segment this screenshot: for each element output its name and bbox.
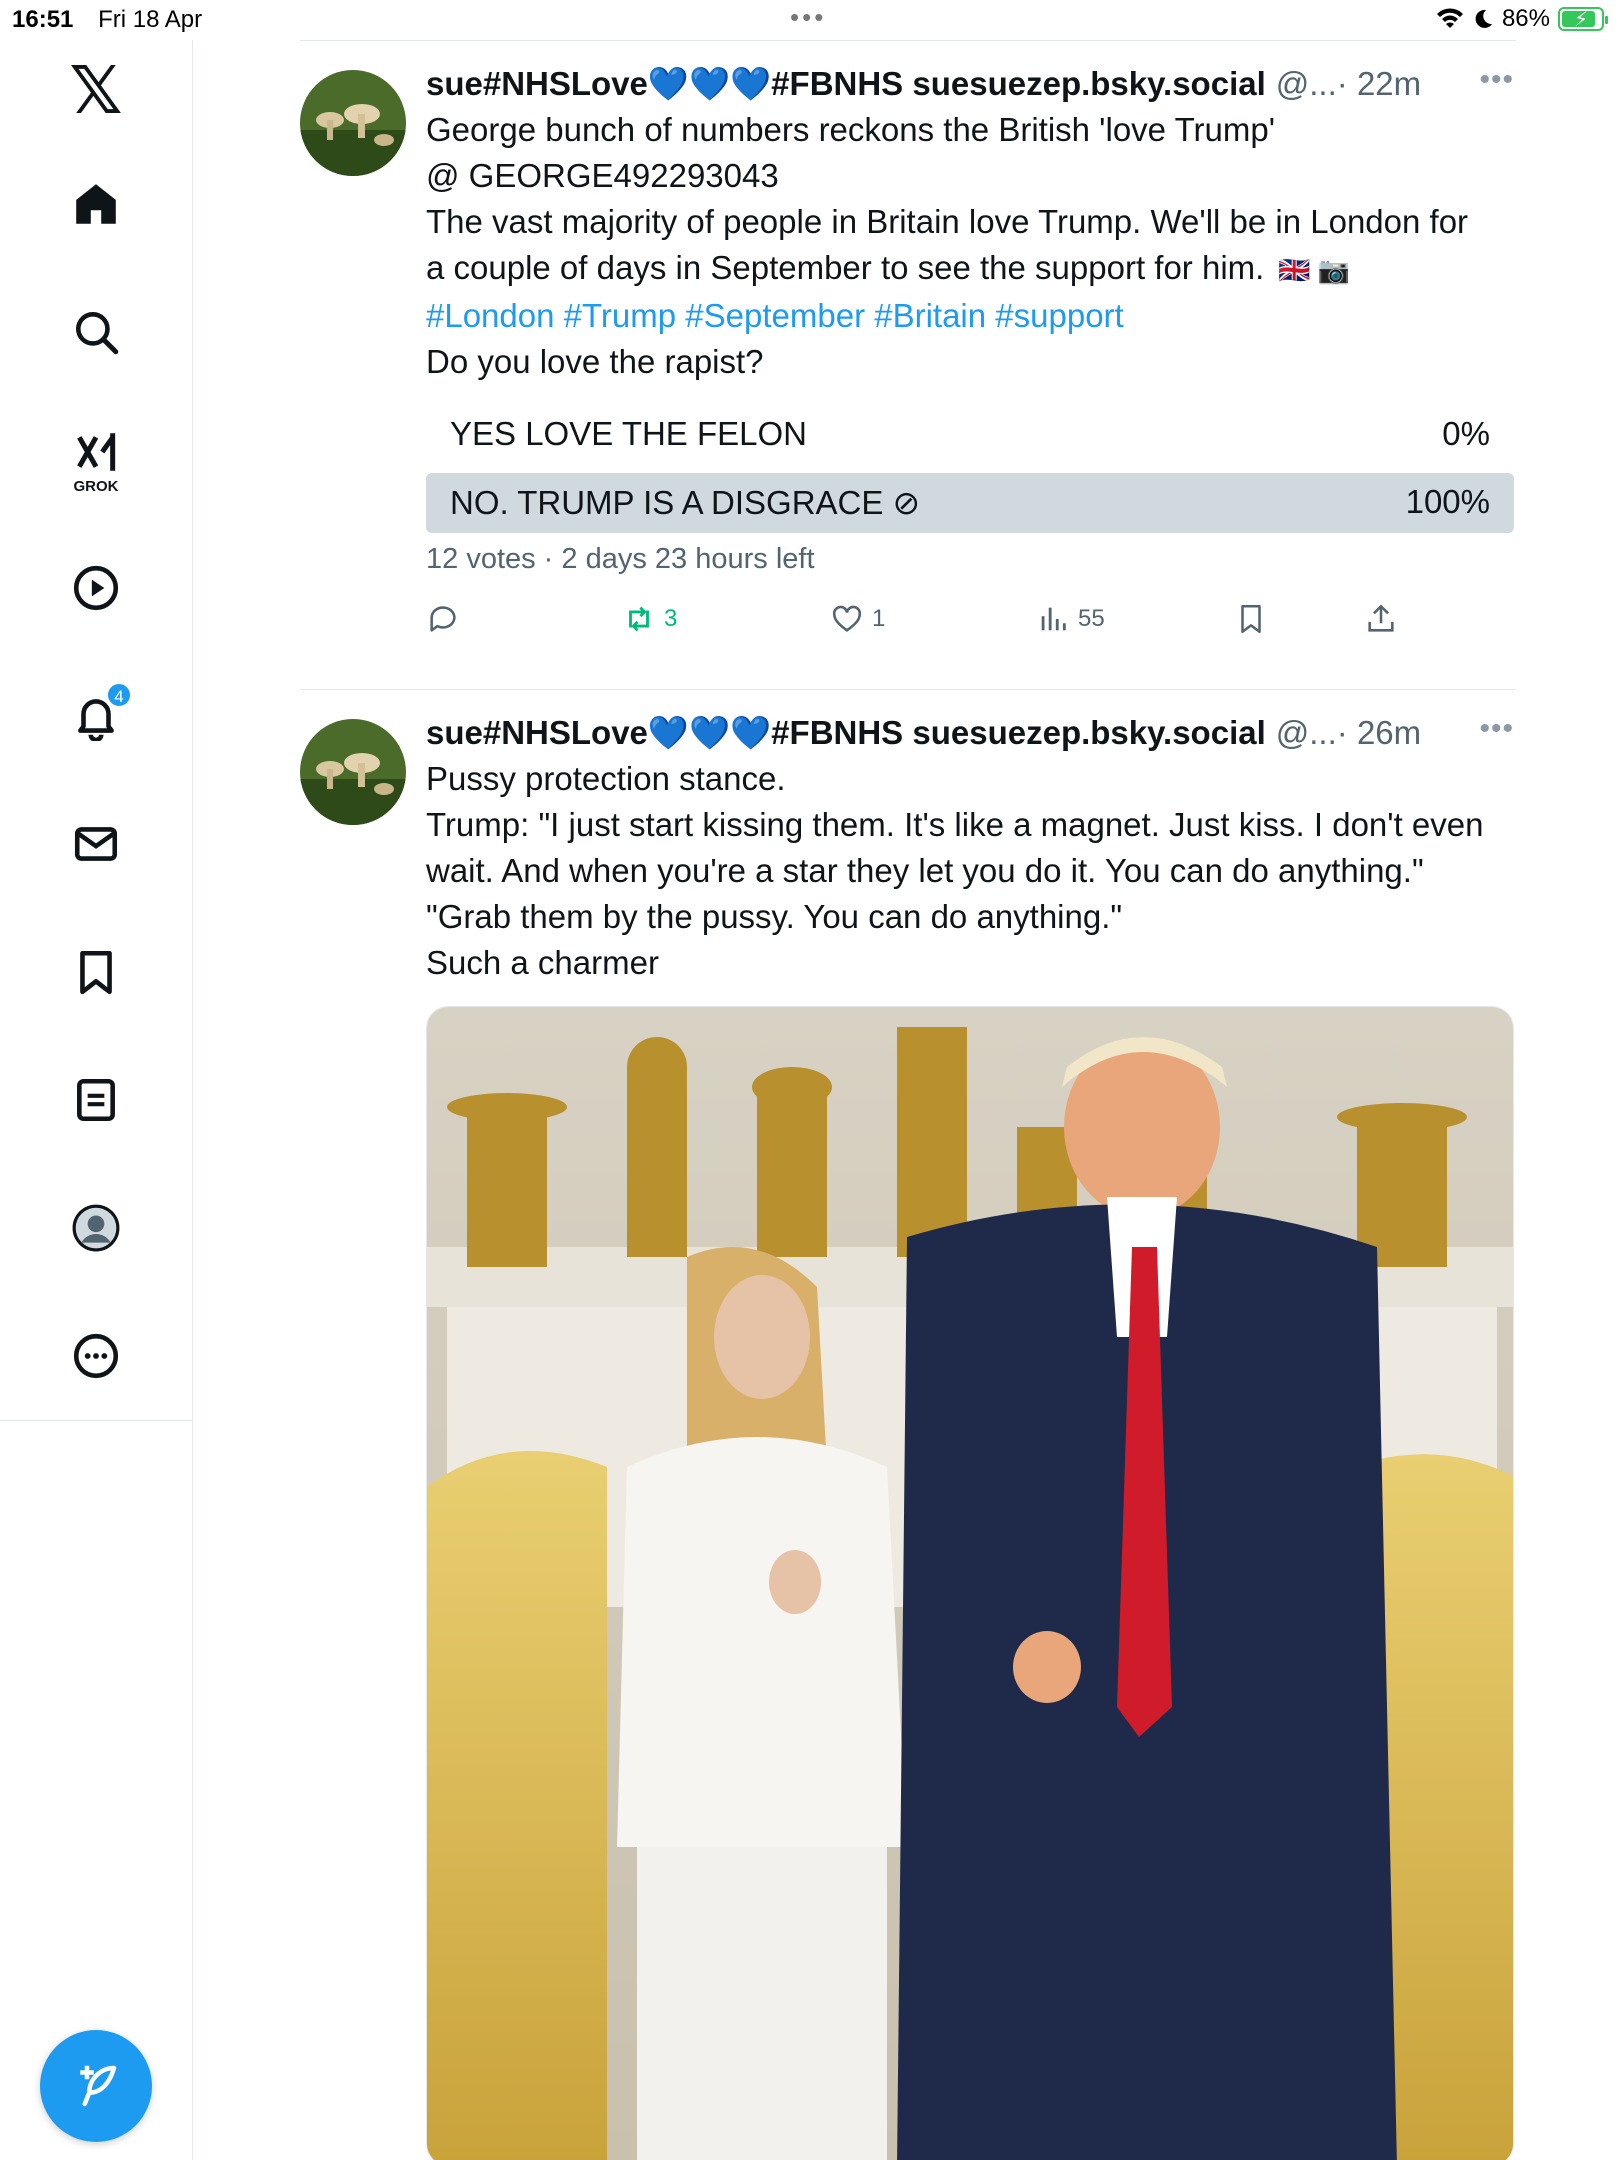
list-icon: [77, 1078, 115, 1122]
share-icon: [1368, 604, 1394, 632]
hashtags[interactable]: #London #Trump #September #Britain #supp…: [426, 293, 1514, 339]
sidebar-item-grok[interactable]: GROK: [56, 420, 136, 500]
author-name[interactable]: sue#NHSLove💙💙💙#FBNHS suesuezep.bsky.soci…: [426, 714, 1266, 753]
search-icon: [76, 312, 119, 355]
tweet-line: "Grab them by the pussy. You can do anyt…: [426, 898, 1123, 935]
tweet-line: Pussy protection stance.: [426, 760, 786, 797]
tweet-line: a couple of days in September to see the…: [426, 249, 1351, 286]
sidebar-item-bookmarks[interactable]: [56, 932, 136, 1012]
x-logo-icon: 𝕏: [69, 51, 123, 129]
poll-option-label: YES LOVE THE FELON: [450, 415, 808, 452]
heart-icon: [832, 605, 862, 632]
tweet[interactable]: sue#NHSLove💙💙💙#FBNHS suesuezep.bsky.soci…: [300, 690, 1516, 2160]
more-options-icon[interactable]: •••: [1479, 712, 1514, 746]
poll-option[interactable]: YES LOVE THE FELON 0%: [426, 405, 1514, 465]
tweet[interactable]: sue#NHSLove💙💙💙#FBNHS suesuezep.bsky.soci…: [300, 41, 1516, 689]
bookmark-icon: [1241, 604, 1261, 634]
tweet-line: Trump: "I just start kissing them. It's …: [426, 806, 1484, 843]
avatar-image: [300, 70, 406, 176]
poll: YES LOVE THE FELON 0% NO. TRUMP IS A DIS…: [426, 405, 1514, 576]
play-icon: [73, 565, 119, 611]
tweet-line: George bunch of numbers reckons the Brit…: [426, 111, 1276, 148]
sidebar-item-messages[interactable]: [56, 804, 136, 884]
status-date: Fri 18 Apr: [98, 6, 203, 33]
flag-emojis: 🇬🇧 📷: [1278, 255, 1351, 285]
charging-bolt-icon: ⚡: [1574, 9, 1589, 31]
retweet-button[interactable]: 3: [622, 602, 677, 636]
author-handle[interactable]: @...: [1276, 714, 1337, 752]
wifi-icon: [1436, 8, 1463, 28]
sidebar-item-video[interactable]: [56, 548, 136, 628]
tweet-photo[interactable]: [426, 1006, 1514, 2160]
sidebar-item-explore[interactable]: [56, 292, 136, 372]
poll-meta: 12 votes · 2 days 23 hours left: [426, 543, 815, 575]
battery-percent: 86%: [1501, 5, 1550, 32]
poll-option-percent: 100%: [1405, 483, 1490, 520]
avatar-icon: [72, 1204, 120, 1252]
battery-icon: ⚡: [1558, 7, 1608, 31]
tweet-text: George bunch of numbers reckons the Brit…: [426, 107, 1514, 385]
reply-button[interactable]: [426, 602, 468, 636]
status-time: 16:51: [12, 6, 74, 33]
like-button[interactable]: 1: [830, 602, 885, 636]
tweet-actions: 3 1 55: [426, 602, 1514, 662]
poll-option-label: NO. TRUMP IS A DISGRACE ⊘: [450, 484, 921, 521]
tweet-line: wait. And when you're a star they let yo…: [426, 852, 1424, 889]
poll-option[interactable]: NO. TRUMP IS A DISGRACE ⊘ 100%: [426, 473, 1514, 533]
retweet-count: 3: [664, 605, 678, 632]
bookmark-button[interactable]: [1234, 602, 1268, 636]
sidebar-item-profile[interactable]: [56, 1188, 136, 1268]
grok-label: GROK: [73, 478, 119, 495]
share-button[interactable]: [1364, 602, 1398, 636]
sidebar: 𝕏 GROK 4: [0, 40, 193, 2160]
grok-icon: [77, 433, 116, 471]
more-circle-icon: [73, 1333, 119, 1379]
sidebar-divider: [0, 1420, 193, 1421]
tweet-line: @ GEORGE492293043: [426, 157, 779, 194]
retweet-icon: [629, 606, 649, 632]
multitask-dots[interactable]: •••: [790, 2, 826, 33]
author-name[interactable]: sue#NHSLove💙💙💙#FBNHS suesuezep.bsky.soci…: [426, 65, 1266, 104]
bookmark-icon: [80, 950, 112, 995]
poll-option-percent: 0%: [1442, 415, 1490, 452]
avatar[interactable]: [300, 70, 406, 176]
author-handle[interactable]: @...: [1276, 65, 1337, 103]
x-logo[interactable]: 𝕏: [56, 50, 136, 130]
tweet-line: Such a charmer: [426, 944, 659, 981]
tweet-time[interactable]: · 22m: [1337, 65, 1421, 103]
photo-image: [427, 1007, 1513, 2160]
tweet-line: The vast majority of people in Britain l…: [426, 203, 1469, 240]
home-icon: [76, 184, 116, 224]
like-count: 1: [872, 605, 886, 632]
status-bar: 16:51 Fri 18 Apr ••• 86% ⚡: [0, 0, 1620, 40]
view-count: 55: [1078, 605, 1105, 632]
sidebar-item-home[interactable]: [56, 164, 136, 244]
moon-icon: [1475, 9, 1492, 28]
tweet-time[interactable]: · 26m: [1337, 714, 1421, 752]
sidebar-item-notifications[interactable]: 4: [56, 676, 136, 756]
notification-badge: 4: [106, 682, 132, 708]
more-options-icon[interactable]: •••: [1479, 63, 1514, 97]
tweet-text: Pussy protection stance. Trump: "I just …: [426, 756, 1514, 986]
compose-icon: [80, 2065, 117, 2107]
sidebar-item-more[interactable]: [56, 1316, 136, 1396]
views-button[interactable]: 55: [1036, 602, 1105, 636]
compose-button[interactable]: [40, 2030, 152, 2142]
reply-icon: [430, 606, 456, 632]
mail-icon: [74, 827, 118, 861]
timeline: sue#NHSLove💙💙💙#FBNHS suesuezep.bsky.soci…: [300, 40, 1516, 2160]
sidebar-item-lists[interactable]: [56, 1060, 136, 1140]
avatar[interactable]: [300, 719, 406, 825]
views-icon: [1041, 607, 1066, 631]
tweet-line: Do you love the rapist?: [426, 343, 764, 380]
avatar-image: [300, 719, 406, 825]
